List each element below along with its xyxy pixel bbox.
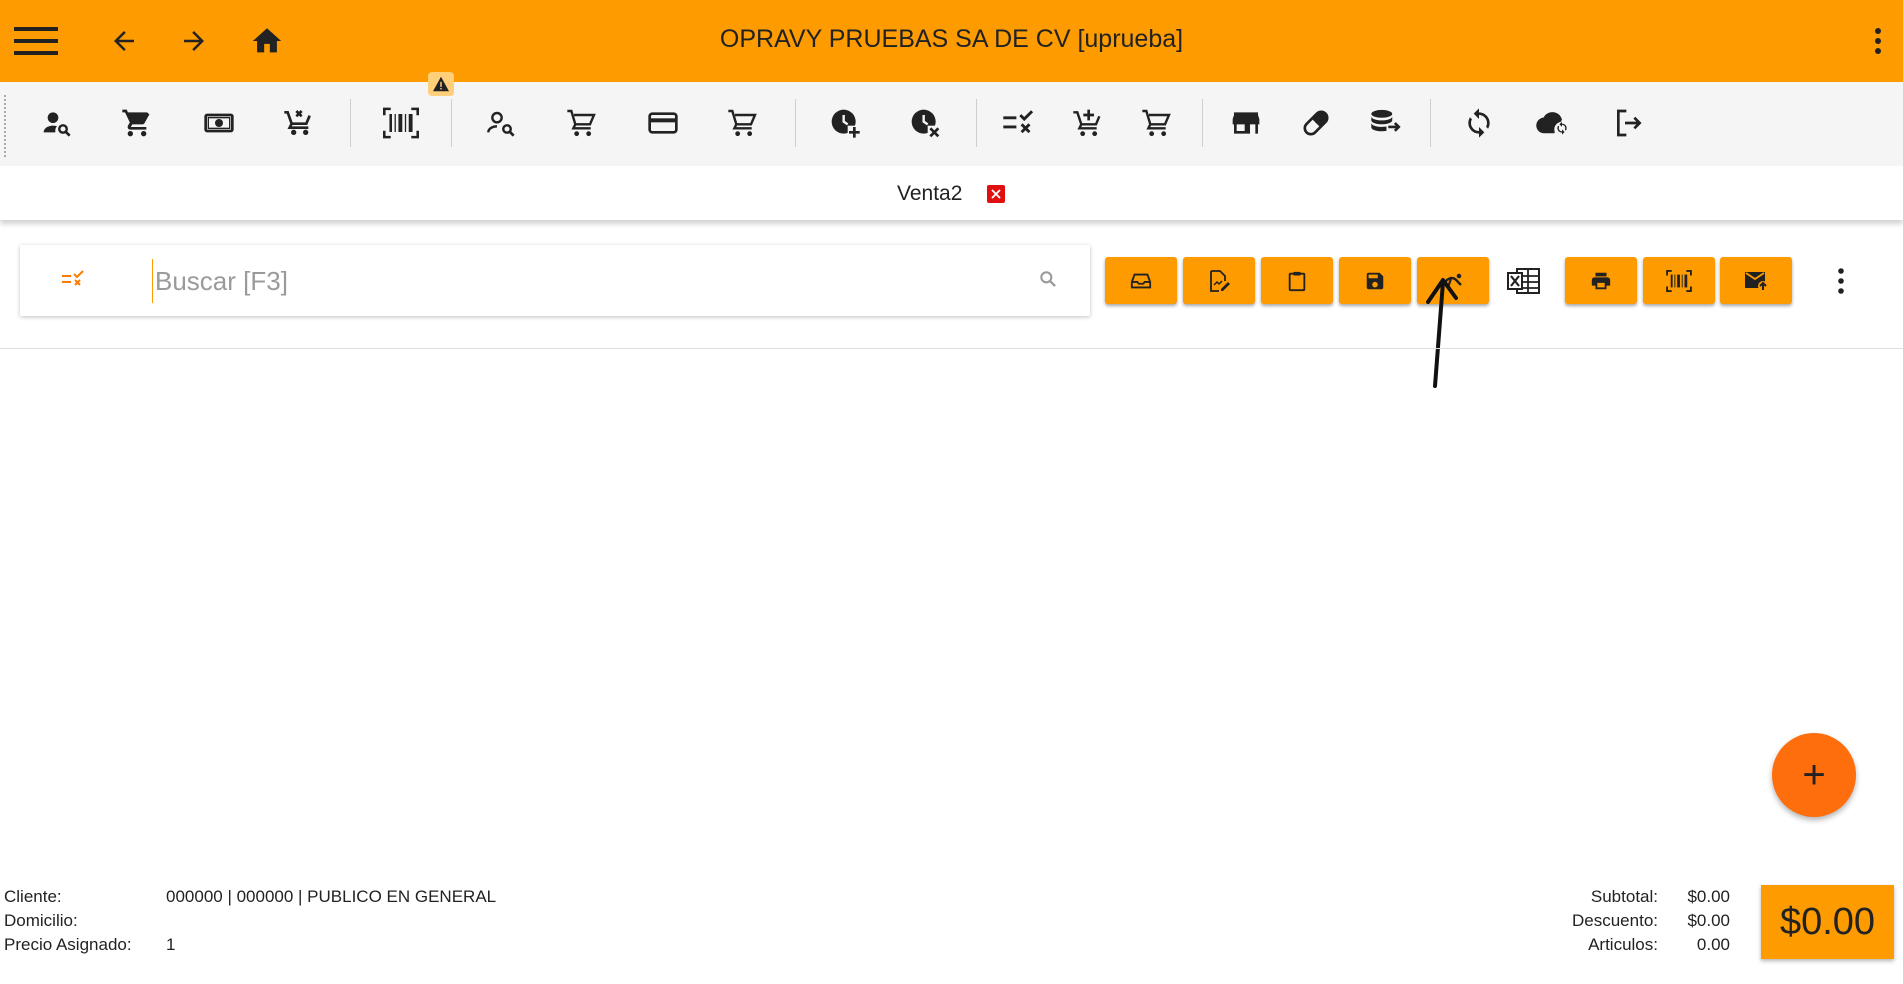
checklist-remove-button[interactable] [997,101,1041,145]
cart-outline-button[interactable] [560,101,604,145]
customer-search-outline-button[interactable] [479,101,523,145]
tab-venta2[interactable]: Venta2 [897,182,962,206]
cart-outline-icon [1142,109,1171,137]
cart-add-icon [1073,109,1101,137]
clipboard-button[interactable] [1261,257,1333,304]
excel-icon [1507,268,1540,294]
actions-more-button[interactable] [1836,266,1846,301]
articulos-value: 0.00 [1696,935,1730,954]
cart-remove-icon [284,110,311,135]
credit-card-button[interactable] [641,101,685,145]
toolbar-separator [976,99,977,147]
plus-icon: + [1802,753,1826,797]
sync-button[interactable] [1457,101,1501,145]
clock-remove-icon [911,109,941,139]
cart-icon [122,109,150,137]
clipboard-icon [1288,271,1306,291]
checklist-remove-icon [1003,110,1034,134]
print-icon [1591,272,1611,289]
save-button[interactable] [1339,257,1411,304]
total-pay-button[interactable]: $0.00 [1761,885,1894,959]
excel-export-button[interactable] [1507,267,1541,300]
customer-search-button[interactable] [35,101,79,145]
add-item-fab[interactable]: + [1772,733,1856,817]
logout-icon [1617,109,1642,137]
toolbar-separator [1202,99,1203,147]
cart-button[interactable] [115,101,159,145]
pill-icon [1303,110,1329,136]
cart-outline-3-button[interactable] [1135,101,1179,145]
search-card [20,245,1090,316]
search-input[interactable] [152,259,1037,303]
logout-button[interactable] [1607,101,1651,145]
credit-card-icon [648,112,678,134]
search-icon [1040,271,1056,287]
customer-search-outline-icon [487,111,515,137]
email-send-button[interactable] [1720,257,1792,304]
inbox-icon [1130,273,1152,288]
toolbar-separator [350,99,351,147]
edit-document-icon [1210,269,1230,292]
subtotal-label: Subtotal: [1590,887,1658,906]
more-menu-button[interactable] [1852,15,1903,67]
cliente-value: 000000 | 000000 | PUBLICO EN GENERAL [166,887,497,906]
subtotal-value: $0.00 [1687,887,1730,906]
search-button[interactable] [1038,269,1058,294]
app-header: OPRAVY PRUEBAS SA DE CV [uprueba] [0,0,1903,82]
cash-button[interactable] [197,101,241,145]
precio-value: 1 [166,935,176,954]
cart-add-button[interactable] [1066,101,1110,145]
store-button[interactable] [1224,101,1268,145]
sync-icon [1468,108,1490,138]
cash-icon [204,113,234,133]
pill-button[interactable] [1294,101,1338,145]
divider [0,348,1903,349]
database-export-button[interactable] [1365,101,1409,145]
cliente-label: Cliente: [4,887,62,906]
page-title: OPRAVY PRUEBAS SA DE CV [uprueba] [719,25,1184,53]
more-vert-icon [1875,28,1881,54]
barcode-button[interactable] [1643,257,1715,304]
database-export-icon [1371,109,1401,132]
clock-add-icon [831,109,861,139]
inbox-button[interactable] [1105,257,1177,304]
toolbar-separator [795,99,796,147]
descuento-value: $0.00 [1687,911,1730,930]
cart-outline-2-button[interactable] [721,101,765,145]
toolbar-separator [451,99,452,147]
tab-close-button[interactable] [987,185,1005,203]
cloud-sync-icon [1536,112,1570,138]
filter-toggle-button[interactable] [60,267,86,296]
main-toolbar [0,82,1903,166]
domicilio-label: Domicilio: [4,911,78,930]
customer-search-icon [43,112,71,137]
cart-outline-icon [567,109,596,137]
precio-label: Precio Asignado: [4,935,132,954]
cart-remove-button[interactable] [277,101,321,145]
warning-badge[interactable] [428,72,454,96]
print-button[interactable] [1565,257,1637,304]
email-send-icon [1745,271,1768,291]
checklist-remove-icon [62,270,84,286]
store-icon [1232,112,1260,134]
cart-outline-icon [728,109,757,137]
barcode-scan-button[interactable] [379,101,423,145]
clock-add-button[interactable] [823,101,867,145]
edit-document-button[interactable] [1183,257,1255,304]
toolbar-drag-handle[interactable] [4,95,9,157]
descuento-label: Descuento: [1572,911,1658,930]
barcode-scan-icon [383,107,419,139]
save-icon [1366,272,1384,289]
clock-remove-button[interactable] [903,101,947,145]
toolbar-separator [1430,99,1431,147]
warning-icon [433,76,449,92]
cloud-sync-button[interactable] [1531,101,1575,145]
more-vert-icon [1838,268,1844,294]
close-icon [991,189,1001,199]
barcode-icon [1666,269,1692,292]
annotation-arrow [1426,278,1458,388]
articulos-label: Articulos: [1588,935,1658,954]
